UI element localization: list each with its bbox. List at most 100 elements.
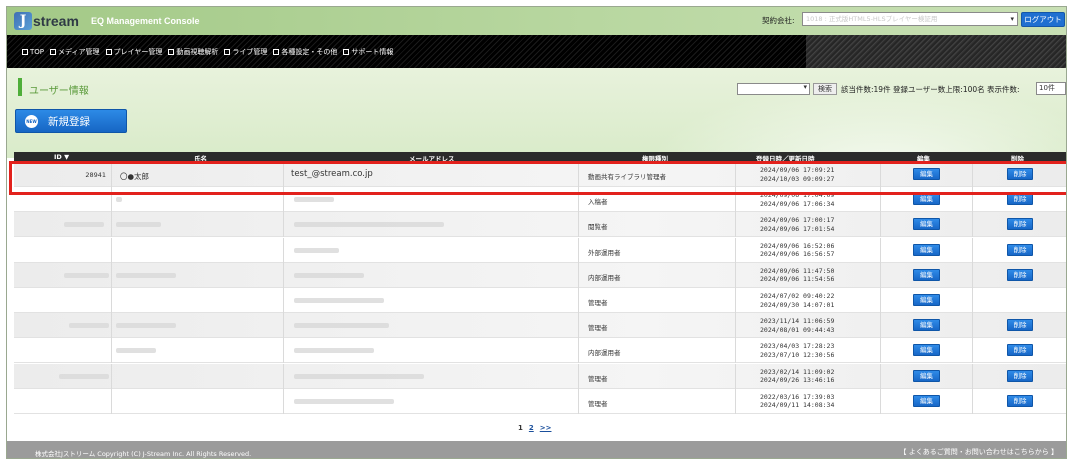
logo-mark: J: [14, 12, 32, 30]
nav-item-top[interactable]: TOP: [22, 47, 44, 57]
delete-button[interactable]: 削除: [1007, 369, 1033, 382]
cell-mail: [284, 388, 579, 414]
cell-id: [14, 363, 112, 389]
nav-menu: TOP メディア管理 プレイヤー管理 動画視聴解析 ライブ管理 各種設定・その他…: [22, 47, 393, 57]
cell-id: [14, 237, 112, 263]
redacted-text: [294, 247, 339, 253]
footer: 株式会社Jストリーム Copyright (C) J-Stream Inc. A…: [7, 441, 1066, 458]
cell-name: [112, 338, 284, 364]
page-next-link[interactable]: >>: [540, 424, 552, 432]
cell-edit: 編集: [881, 288, 973, 313]
edit-button[interactable]: 編集: [913, 243, 940, 256]
search-button[interactable]: 検索: [813, 83, 837, 95]
copyright: 株式会社Jストリーム Copyright (C) J-Stream Inc. A…: [35, 450, 252, 458]
cell-delete: 削除: [973, 364, 1066, 389]
registered-at: 2024/09/06 17:00:17: [760, 216, 835, 225]
updated-at: 2024/09/26 13:46:16: [760, 376, 835, 385]
console-title: EQ Management Console: [91, 16, 200, 26]
cell-role: 動画共有ライブラリ管理者: [579, 162, 736, 187]
edit-button[interactable]: 編集: [913, 193, 940, 206]
new-registration-button[interactable]: NEW 新規登録: [15, 109, 127, 133]
page-link-2[interactable]: 2: [529, 424, 534, 432]
updated-at: 2024/09/06 17:01:54: [760, 224, 835, 233]
cell-mail: [284, 212, 579, 238]
edit-button[interactable]: 編集: [913, 168, 940, 180]
user-name: 〇●太郎: [120, 172, 150, 181]
cell-role: 入稿者: [579, 187, 736, 213]
edit-button[interactable]: 編集: [913, 218, 940, 231]
table-row: 管理者 2024/07/02 09:40:22 2024/09/30 14:07:0…: [14, 288, 1066, 313]
updated-at: 2024/09/06 17:06:34: [760, 199, 835, 208]
contract-select[interactable]: 1018 : 正式版HTML5-HLSプレイヤー検証用 ▾: [802, 12, 1018, 26]
delete-button[interactable]: 削除: [1007, 243, 1033, 256]
nav-bar-pattern: [806, 35, 1066, 68]
cell-delete: 削除: [973, 338, 1066, 363]
registered-at: 2023/11/14 11:06:59: [760, 317, 835, 326]
redacted-text: [116, 348, 156, 354]
nav-item-support[interactable]: サポート情報: [343, 47, 393, 57]
nav-item-player[interactable]: プレイヤー管理: [105, 47, 163, 57]
nav-item-live[interactable]: ライブ管理: [224, 47, 267, 57]
redacted-text: [294, 398, 394, 404]
delete-button[interactable]: 削除: [1007, 394, 1033, 407]
delete-button[interactable]: 削除: [1007, 344, 1033, 357]
jstream-logo[interactable]: J stream: [14, 12, 79, 30]
redacted-text: [294, 272, 364, 278]
delete-button[interactable]: 削除: [1007, 168, 1033, 180]
cell-name: [112, 262, 284, 288]
cell-edit: 編集: [881, 162, 973, 187]
logout-button[interactable]: ログアウト: [1021, 12, 1065, 27]
support-link[interactable]: 【 よくあるご質問・お問い合わせはこちらから 】: [900, 447, 1058, 457]
search-filter-select[interactable]: ▾: [737, 83, 810, 95]
cell-dates: 2023/11/14 11:06:59 2024/08/01 09:44:43: [736, 313, 881, 339]
redacted-text: [69, 323, 109, 329]
user-role: 内部運用者: [588, 349, 621, 358]
edit-button[interactable]: 編集: [913, 394, 940, 407]
page-size-select[interactable]: 10件: [1036, 82, 1066, 95]
user-role: 動画共有ライブラリ管理者: [588, 173, 666, 181]
decorative-swoosh: [607, 68, 1066, 158]
nav-item-analytics[interactable]: 動画視聴解析: [168, 47, 218, 57]
cell-role: 管理者: [579, 313, 736, 339]
cell-id: 28941: [14, 162, 112, 187]
delete-button[interactable]: 削除: [1007, 193, 1033, 206]
redacted-text: [59, 373, 109, 379]
registered-at: 2022/03/16 17:39:03: [760, 392, 835, 401]
cell-role: 外部運用者: [579, 237, 736, 263]
cell-name: [112, 187, 284, 213]
cell-dates: 2024/09/06 17:00:17 2024/09/06 17:01:54: [736, 212, 881, 238]
cell-edit: 編集: [881, 338, 973, 364]
cell-mail: test_@stream.co.jp: [284, 162, 579, 187]
registered-at: 2024/09/06 11:47:50: [760, 266, 835, 275]
edit-button[interactable]: 編集: [913, 319, 940, 332]
col-id-sort[interactable]: ID ▼: [54, 153, 69, 161]
cell-id: [14, 262, 112, 288]
edit-button[interactable]: 編集: [913, 369, 940, 382]
cell-dates: 2023/02/14 11:09:02 2024/09/26 13:46:16: [736, 363, 881, 389]
user-role: 管理者: [588, 399, 608, 408]
section-marker: [18, 78, 22, 96]
user-role: 入稿者: [588, 198, 608, 207]
edit-button[interactable]: 編集: [913, 294, 940, 306]
redacted-text: [294, 222, 444, 228]
delete-button[interactable]: 削除: [1007, 218, 1033, 231]
nav-item-media[interactable]: メディア管理: [50, 47, 100, 57]
cell-id: [14, 313, 112, 339]
nav-item-label: プレイヤー管理: [113, 48, 163, 56]
checkbox-icon: [168, 49, 175, 55]
delete-button[interactable]: 削除: [1007, 268, 1033, 281]
cell-name: [112, 212, 284, 238]
delete-button[interactable]: 削除: [1007, 319, 1033, 332]
top-bar: J stream EQ Management Console 契約会社: 101…: [7, 7, 1066, 35]
cell-edit: 編集: [881, 237, 973, 263]
cell-id: [14, 388, 112, 414]
cell-dates: 2024/09/06 11:47:50 2024/09/06 11:54:56: [736, 262, 881, 288]
checkbox-icon: [273, 49, 280, 55]
edit-button[interactable]: 編集: [913, 268, 940, 281]
nav-item-settings[interactable]: 各種設定・その他: [273, 47, 337, 57]
table-row: 内部運用者 2023/04/03 17:28:23 2023/07/10 12:30…: [14, 338, 1066, 364]
table-row: 管理者 2023/02/14 11:09:02 2024/09/26 13:46:1…: [14, 363, 1066, 389]
edit-button[interactable]: 編集: [913, 344, 940, 357]
cell-delete: 削除: [973, 313, 1066, 338]
checkbox-icon: [22, 49, 28, 55]
